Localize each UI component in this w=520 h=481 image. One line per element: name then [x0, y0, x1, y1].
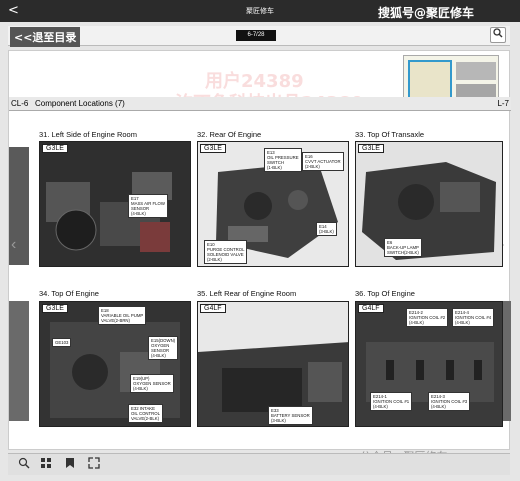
component-label: E18 VARIABLE OIL PUMP VALVE(2-BRN) [98, 306, 147, 325]
zoom-icon[interactable] [16, 457, 32, 473]
figure-33: G3LE E6 BACK-UP LAMP SWITCH(2-BLK) [355, 141, 503, 267]
page-code-left: CL-6 [11, 99, 29, 108]
exit-to-toc-button[interactable]: <<退至目录 [10, 27, 81, 47]
search-icon[interactable] [490, 27, 506, 43]
figure-31: G3LE E17 MASS AIR FLOW SENSOR (4-BLK) [39, 141, 191, 267]
component-label: E6 BACK-UP LAMP SWITCH(2-BLK) [384, 238, 422, 257]
component-label: E17 MASS AIR FLOW SENSOR (4-BLK) [128, 194, 168, 218]
component-label: GE103 [52, 338, 72, 347]
bookmark-icon[interactable] [62, 457, 78, 473]
page-title: Component Locations (7) [35, 99, 125, 108]
section-title-36: 36. Top Of Engine [355, 289, 415, 298]
fullscreen-icon[interactable] [86, 457, 102, 473]
engine-model-badge: G3LE [200, 144, 226, 153]
brand-watermark: 搜狐号@聚匠修车 [378, 6, 475, 20]
component-label: E16 CVVT ACTUATOR (2-BLK) [302, 152, 344, 171]
component-label: E214-1 IGNITION COIL #1 (4-BLK) [370, 392, 413, 411]
engine-model-badge: G4LF [200, 304, 226, 313]
figure-34: G3LE E18 VARIABLE OIL PUMP VALVE(2-BRN) … [39, 301, 191, 427]
toolbar: <<退至目录 6-7/28 [8, 26, 510, 47]
component-label: E19(UP) OXYGEN SENSOR (4-BLK) [130, 374, 174, 393]
section-title-34: 34. Top Of Engine [39, 289, 99, 298]
next-page-edge [503, 301, 511, 421]
prev-page-edge-lower [9, 301, 29, 421]
page-indicator: 6-7/28 [236, 30, 276, 41]
engine-model-badge: G4LF [358, 304, 384, 313]
doc-header: CL-6 Component Locations (7) L-7 [9, 97, 511, 111]
component-label: E14 (3-BLK) [316, 222, 337, 236]
component-label: E13 OIL PRESSURE SWITCH (1-BLK) [264, 148, 302, 172]
engine-model-badge: G3LE [358, 144, 384, 153]
section-title-32: 32. Rear Of Engine [197, 130, 262, 139]
app-window: < 聚匠修车 搜狐号@聚匠修车 <<退至目录 6-7/28 用户24389 汐丁… [0, 0, 520, 481]
figure-32: G3LE E13 OIL PRESSURE SWITCH (1-BLK) E16… [197, 141, 349, 267]
section-title-31: 31. Left Side of Engine Room [39, 130, 137, 139]
bottom-toolbar [8, 453, 510, 475]
page-code-right: L-7 [497, 99, 509, 108]
component-label: E15(DOWN) OXYGEN SENSOR (4-BLK) [148, 336, 179, 360]
component-label: E32 INTAKE OIL CONTROL VALVE(2-BLK) [128, 404, 163, 423]
component-label: E214-3 IGNITION COIL #3 (4-BLK) [428, 392, 471, 411]
top-bar: < 聚匠修车 搜狐号@聚匠修车 [0, 0, 520, 22]
section-title-33: 33. Top Of Transaxle [355, 130, 425, 139]
component-label: E214-2 IGNITION COIL #2 (4-BLK) [406, 308, 449, 327]
prev-page-arrow[interactable]: ‹ [11, 236, 16, 254]
component-label: E33 BATTERY SENSOR (3-BLK) [268, 406, 313, 425]
grid-icon[interactable] [38, 457, 54, 473]
section-title-35: 35. Left Rear of Engine Room [197, 289, 297, 298]
component-label: E10 PURGE CONTROL SOLENOID VALVE (2-BLK) [204, 240, 248, 264]
engine-model-badge: G3LE [42, 144, 68, 153]
figure-35: G4LF E33 BATTERY SENSOR (3-BLK) [197, 301, 349, 427]
document-page: 用户24389 汐丁鱼科技出品24389 CL-6 Component Loca… [8, 50, 511, 450]
engine-model-badge: G3LE [42, 304, 68, 313]
figure-36: G4LF E214-2 IGNITION COIL #2 (4-BLK) E21… [355, 301, 503, 427]
component-label: E214-4 IGNITION COIL #4 (4-BLK) [452, 308, 495, 327]
